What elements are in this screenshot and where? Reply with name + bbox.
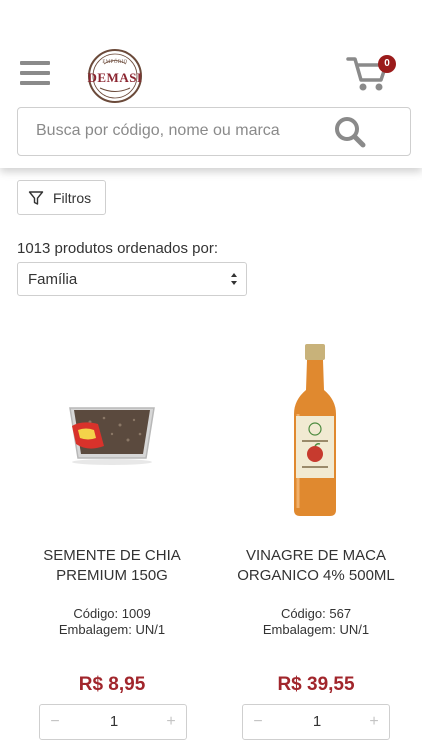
product-price: R$ 39,55: [277, 674, 355, 695]
product-card[interactable]: SEMENTE DE CHIA PREMIUM 150G Código: 100…: [12, 330, 212, 750]
app-header: EMPÓRIO DEMASI 0: [0, 0, 422, 168]
menu-icon-bar: [20, 81, 50, 85]
quantity-value[interactable]: 1: [80, 713, 148, 730]
product-price: R$ 8,95: [78, 674, 146, 695]
sort-select[interactable]: Família: [17, 262, 247, 296]
decrease-quantity-button[interactable]: −: [249, 713, 267, 731]
product-code: Código: 567: [280, 606, 352, 621]
product-image[interactable]: [216, 330, 416, 530]
quantity-value[interactable]: 1: [283, 713, 351, 730]
search-bar: [17, 107, 411, 156]
chia-seed-package-image: [69, 407, 155, 465]
logo-tagline: EMPÓRIO: [102, 60, 128, 65]
menu-icon-bar: [20, 61, 50, 65]
search-input[interactable]: [18, 108, 328, 154]
filter-icon: [28, 191, 44, 205]
vinegar-bottle-image: [294, 344, 336, 516]
product-name[interactable]: VINAGRE DE MACA ORGANICO 4% 500ML: [216, 546, 416, 586]
decrease-quantity-button[interactable]: −: [46, 713, 64, 731]
search-button[interactable]: [330, 114, 374, 150]
store-logo[interactable]: EMPÓRIO DEMASI: [86, 48, 144, 104]
product-meta: Código: 1009 Embalagem: UN/1: [12, 606, 212, 638]
product-name[interactable]: SEMENTE DE CHIA PREMIUM 150G: [12, 546, 212, 586]
menu-icon-bar: [20, 71, 50, 75]
menu-button[interactable]: [20, 61, 52, 87]
filter-button[interactable]: Filtros: [17, 180, 106, 215]
product-meta: Código: 567 Embalagem: UN/1: [216, 606, 416, 638]
sort-selected-value: Família: [28, 271, 78, 288]
logo-name: DEMASI: [87, 70, 143, 85]
quantity-stepper: − 1 +: [242, 704, 390, 740]
product-code: Código: 1009: [73, 606, 151, 621]
increase-quantity-button[interactable]: +: [162, 713, 180, 731]
product-card[interactable]: VINAGRE DE MACA ORGANICO 4% 500ML Código…: [216, 330, 416, 750]
search-icon: [335, 117, 366, 148]
product-image[interactable]: [12, 330, 212, 530]
cart-count-badge: 0: [378, 55, 396, 73]
quantity-stepper: − 1 +: [39, 704, 187, 740]
increase-quantity-button[interactable]: +: [365, 713, 383, 731]
product-package: Embalagem: UN/1: [58, 622, 166, 637]
product-count-text: 1013 produtos ordenados por:: [17, 240, 218, 257]
product-package: Embalagem: UN/1: [262, 622, 370, 637]
filter-label: Filtros: [53, 190, 92, 206]
sort-arrows-icon: [231, 273, 237, 285]
